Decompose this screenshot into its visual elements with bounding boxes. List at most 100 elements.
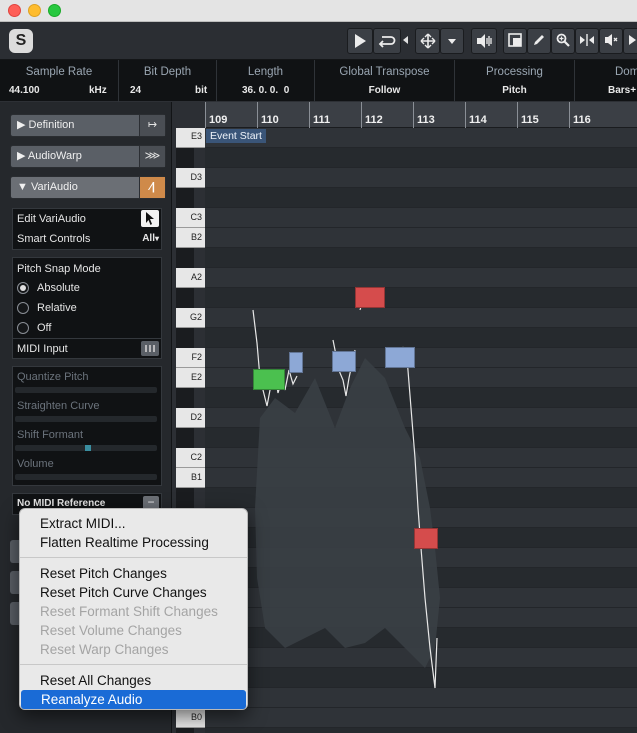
ruler-bar-number: 114: [469, 114, 487, 126]
note-segment[interactable]: [355, 287, 385, 308]
edit-variaudio-row[interactable]: Edit VariAudio: [13, 209, 161, 229]
piano-key-black[interactable]: [176, 388, 194, 408]
menu-separator: [20, 664, 247, 665]
tool-arrow-icon: [403, 36, 408, 44]
key-label: D3: [190, 172, 202, 182]
close-window-button[interactable]: [8, 4, 21, 17]
variaudio-icon[interactable]: ⁄|: [139, 177, 165, 198]
app-logo[interactable]: S: [9, 29, 33, 53]
snap-option-absolute[interactable]: Absolute: [13, 278, 161, 298]
snap-option-relative[interactable]: Relative: [13, 298, 161, 318]
draw-tool-button[interactable]: [527, 28, 551, 54]
shift-formant-slider[interactable]: [15, 445, 157, 451]
bit-depth-unit: bit: [195, 85, 208, 96]
note-segment[interactable]: [385, 347, 415, 368]
key-label: B1: [190, 472, 202, 482]
global-transpose-field[interactable]: Global Transpose Follow: [315, 60, 455, 102]
ruler-tick: [569, 102, 570, 128]
menu-item-reset-pitch-curve-changes[interactable]: Reset Pitch Curve Changes: [20, 583, 247, 602]
warp-icon[interactable]: ⋙: [139, 146, 165, 167]
processing-field[interactable]: Processing Pitch: [455, 60, 575, 102]
ruler-bar-number: 116: [573, 114, 591, 126]
range-icon[interactable]: ↦: [139, 115, 165, 136]
edit-variaudio-button[interactable]: [141, 210, 159, 227]
menu-item-extract-midi[interactable]: Extract MIDI...: [20, 514, 247, 533]
quantize-pitch-slider[interactable]: [15, 387, 157, 393]
piano-key-black[interactable]: [176, 328, 194, 348]
ruler-bar-number: 109: [209, 114, 228, 126]
radio-icon: [17, 302, 29, 314]
expand-triangle-icon: ▶: [17, 150, 28, 162]
bit-depth-field[interactable]: Bit Depth 24 bit: [119, 60, 217, 102]
global-transpose-value: Follow: [368, 85, 401, 96]
sample-rate-field[interactable]: Sample Rate 44.100 kHz: [0, 60, 119, 102]
piano-key-black[interactable]: [176, 248, 194, 268]
menu-item-reset-all-changes[interactable]: Reset All Changes: [20, 671, 247, 690]
piano-key-black[interactable]: [176, 188, 194, 208]
info-line: Sample Rate 44.100 kHz Bit Depth 24 bit …: [0, 60, 637, 102]
length-field[interactable]: Length 36. 0. 0. 0: [217, 60, 315, 102]
shift-formant-slider-handle[interactable]: [85, 445, 91, 451]
ruler-tick: [413, 102, 414, 128]
note-segment[interactable]: [253, 369, 285, 390]
straighten-curve-slider[interactable]: [15, 416, 157, 422]
minimize-window-button[interactable]: [28, 4, 41, 17]
snap-option-off[interactable]: Off: [13, 318, 161, 338]
volume-label: Volume: [17, 458, 54, 470]
loop-button[interactable]: [373, 28, 401, 54]
tool-dropdown-button[interactable]: [440, 28, 464, 54]
menu-item-reset-pitch-changes[interactable]: Reset Pitch Changes: [20, 564, 247, 583]
edit-variaudio-label: Edit VariAudio: [17, 213, 86, 225]
ruler-bar-number: 110: [261, 114, 279, 126]
audiowarp-section-header[interactable]: ▶ AudioWarp ⋙: [10, 145, 166, 168]
snap-option-relative-label: Relative: [37, 302, 77, 314]
bit-depth-value: 24: [130, 85, 142, 96]
zoom-window-button[interactable]: [48, 4, 61, 17]
piano-key-black[interactable]: [176, 288, 194, 308]
ruler-tick: [361, 102, 362, 128]
toolbar: S: [0, 22, 637, 60]
event-start-marker[interactable]: Event Start: [206, 129, 266, 143]
piano-key-black[interactable]: [176, 148, 194, 168]
note-segment[interactable]: [414, 528, 438, 549]
domain-value: Bars+: [608, 85, 637, 96]
menu-item-flatten-realtime-processing[interactable]: Flatten Realtime Processing: [20, 533, 247, 552]
waveform-shape: [255, 358, 440, 668]
note-segment[interactable]: [289, 352, 303, 373]
piano-key-black[interactable]: [176, 488, 194, 508]
smart-controls-row[interactable]: Smart Controls All▾: [13, 229, 161, 249]
note-segment[interactable]: [332, 351, 356, 372]
zoom-tool-button[interactable]: [551, 28, 575, 54]
key-label: A2: [190, 272, 202, 282]
play-button[interactable]: [347, 28, 373, 54]
length-value: 36. 0. 0. 0: [242, 85, 290, 96]
definition-section-header[interactable]: ▶ Definition ↦: [10, 114, 166, 137]
quantize-pitch-label: Quantize Pitch: [17, 371, 89, 383]
pitch-snap-panel: Pitch Snap Mode Absolute Relative Off MI…: [12, 257, 162, 359]
ruler-tick: [309, 102, 310, 128]
midi-input-row[interactable]: MIDI Input: [13, 338, 161, 358]
piano-key-black[interactable]: [176, 728, 194, 733]
smart-controls-dropdown[interactable]: All▾: [142, 229, 159, 249]
domain-field[interactable]: Dom Bars+: [575, 60, 637, 102]
key-label: G2: [189, 312, 202, 322]
ruler-tick: [465, 102, 466, 128]
speaker-button[interactable]: [471, 28, 497, 54]
variaudio-section-label: VariAudio: [30, 181, 78, 193]
piano-key-black[interactable]: [176, 428, 194, 448]
variaudio-section-header[interactable]: ▼ VariAudio ⁄|: [10, 176, 166, 199]
auto-scroll-button[interactable]: [623, 28, 637, 54]
pencil-icon: [534, 35, 544, 45]
menu-item-reanalyze-audio[interactable]: Reanalyze Audio: [21, 690, 246, 709]
volume-slider[interactable]: [15, 474, 157, 480]
ruler-bar-number: 111: [313, 114, 331, 126]
snap-option-absolute-label: Absolute: [37, 282, 80, 294]
audition-tool-button[interactable]: [599, 28, 623, 54]
segments-icon: [508, 33, 522, 47]
object-selection-tool-button[interactable]: [415, 28, 440, 54]
segments-tool-button[interactable]: [503, 28, 527, 54]
warp-tool-button[interactable]: [575, 28, 599, 54]
minus-icon: −: [147, 495, 155, 509]
midi-input-toggle[interactable]: [141, 341, 159, 356]
processing-label: Processing: [486, 66, 543, 78]
